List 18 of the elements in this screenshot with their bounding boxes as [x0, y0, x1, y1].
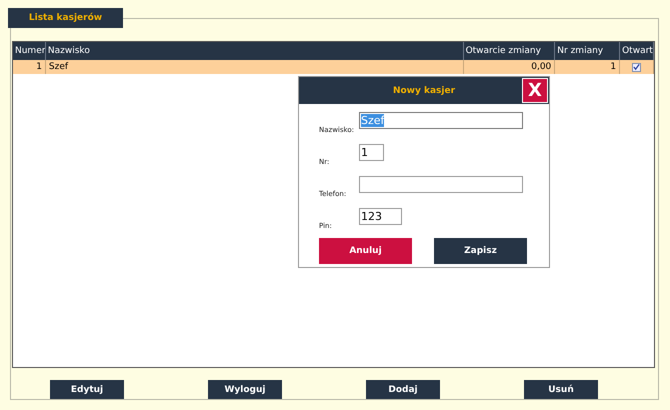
input-field[interactable]: 1 — [359, 144, 384, 161]
action-button[interactable]: Dodaj — [366, 380, 440, 399]
cancel-button[interactable]: Anuluj — [319, 238, 412, 264]
action-button[interactable]: Usuń — [524, 380, 598, 399]
table-cell: 1 — [13, 60, 46, 74]
input-field[interactable]: 123 — [359, 208, 402, 225]
input-field[interactable] — [359, 176, 523, 193]
close-button[interactable]: X — [522, 78, 548, 103]
save-button[interactable]: Zapisz — [434, 238, 527, 264]
dialog-title: Nowy kasjer — [392, 86, 456, 96]
table-cell: Szef — [46, 60, 464, 74]
table-cell: 0,00 — [464, 60, 556, 74]
action-button[interactable]: Wyloguj — [208, 380, 282, 399]
table-row[interactable]: 1 Szef 0,00 1 — [13, 60, 654, 74]
panel-tab[interactable]: Lista kasjerów — [8, 8, 123, 28]
action-button[interactable]: Edytuj — [50, 380, 124, 399]
checkbox[interactable] — [632, 62, 642, 72]
table-cell: 1 — [555, 60, 620, 74]
